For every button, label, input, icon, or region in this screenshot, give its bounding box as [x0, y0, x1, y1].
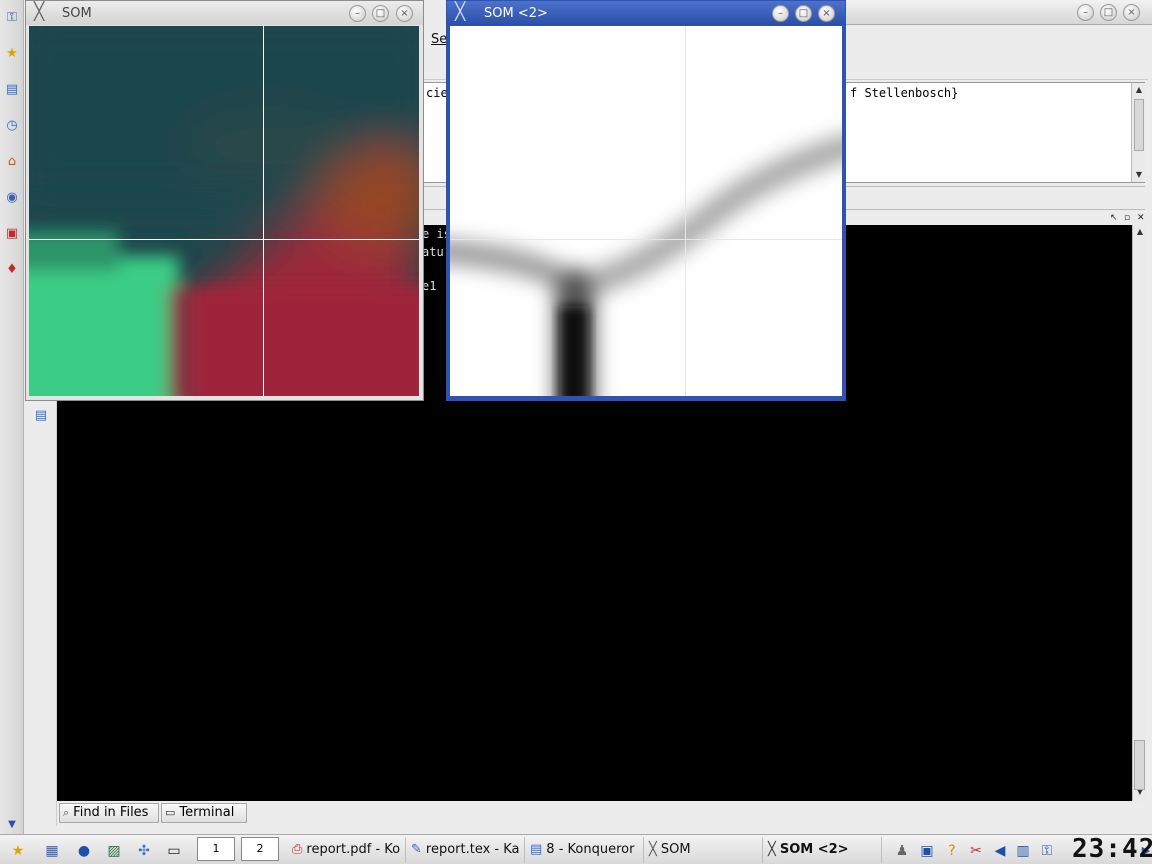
maximize-button[interactable]: □: [1100, 4, 1117, 21]
tray-display-icon[interactable]: ▣: [917, 841, 937, 861]
scroll-up-arrow-icon[interactable]: ▲: [1135, 227, 1145, 237]
tray-person-icon[interactable]: ♟: [892, 841, 912, 861]
dock-collapse-arrow-icon[interactable]: ▼: [4, 818, 20, 830]
clock[interactable]: 23:42: [1072, 834, 1152, 864]
som-window-2: ╳ SOM <2> – □ ×: [446, 0, 846, 401]
som-distance-map-canvas[interactable]: [450, 26, 842, 396]
tray-help-icon[interactable]: ?: [942, 841, 962, 861]
editor-icon: ✎: [411, 842, 422, 857]
som-color-map-canvas[interactable]: [29, 26, 419, 396]
x-icon: ╳: [649, 842, 657, 857]
som-window-1-titlebar[interactable]: ╳ SOM – □ ×: [26, 1, 423, 25]
background-window-titlebar: – □ ×: [845, 0, 1152, 25]
minimize-button[interactable]: –: [349, 5, 366, 22]
som-color-map: [29, 26, 419, 396]
editor-text-fragment-left: cie: [426, 86, 448, 100]
maximize-panel-icon[interactable]: ▫: [1124, 212, 1130, 224]
services-icon[interactable]: ♦: [3, 260, 21, 278]
tab-find-in-files[interactable]: ⌕ Find in Files: [59, 803, 159, 823]
desktop-number: 2: [256, 842, 264, 855]
desktop-pager-1[interactable]: 1: [197, 837, 235, 861]
editor-scroll-thumb[interactable]: [1134, 99, 1144, 151]
tool-view-tabs: ⌕ Find in Files ▭ Terminal: [57, 802, 1148, 824]
home-icon[interactable]: ⌂: [3, 152, 21, 170]
tray-volume-icon[interactable]: ◀: [990, 841, 1010, 861]
minimize-button[interactable]: –: [1077, 4, 1094, 21]
pdf-icon: ⎙: [292, 842, 303, 857]
tray-clipboard-icon[interactable]: ▥: [1013, 841, 1033, 861]
desktop-pager-2[interactable]: 2: [241, 837, 279, 861]
taskbar: ★ ▦ ● ▨ ✣ ▭ 1 2 ⎙ report.pdf - Ko ✎ repo…: [0, 834, 1152, 864]
network-globe-icon[interactable]: ◉: [3, 188, 21, 206]
window-title: SOM: [62, 6, 92, 21]
search-icon: ⌕: [63, 806, 70, 819]
x-icon: ╳: [34, 2, 45, 22]
scroll-up-arrow-icon[interactable]: ▲: [1134, 85, 1144, 95]
terminal-scrollbar[interactable]: ▲ ▼: [1132, 225, 1146, 801]
folder-icon[interactable]: ▤: [3, 80, 21, 98]
maximize-button[interactable]: □: [795, 5, 812, 22]
task-konqueror[interactable]: ▤ 8 - Konqueror: [526, 837, 644, 863]
media-folder-icon[interactable]: ▣: [3, 224, 21, 242]
browser-globe-icon[interactable]: ●: [74, 841, 94, 861]
tray-network-disconnected-icon[interactable]: ✂: [966, 841, 986, 861]
history-clock-icon[interactable]: ◷: [3, 116, 21, 134]
image-viewer-icon[interactable]: ▨: [104, 841, 124, 861]
som-distance-map: [450, 26, 842, 396]
task-report-tex[interactable]: ✎ report.tex - Ka: [407, 837, 525, 863]
kmenu-star-icon[interactable]: ★: [8, 841, 28, 861]
terminal-icon: ▭: [165, 806, 176, 819]
close-panel-icon[interactable]: ✕: [1137, 212, 1145, 224]
x-icon: ╳: [768, 842, 776, 857]
som-window-1: ╳ SOM – □ ×: [25, 0, 424, 401]
left-dock-panel: ⚿ ★ ▤ ◷ ⌂ ◉ ▣ ♦ ▼: [0, 0, 24, 834]
task-som[interactable]: ╳ SOM: [645, 837, 763, 863]
task-label: SOM: [660, 842, 691, 857]
minimize-button[interactable]: –: [772, 5, 789, 22]
scroll-down-arrow-icon[interactable]: ▼: [1134, 170, 1144, 180]
key-icon[interactable]: ⚿: [3, 8, 21, 26]
task-label: 8 - Konqueror: [546, 842, 635, 857]
terminal-scroll-thumb[interactable]: [1134, 740, 1145, 790]
task-label: report.pdf - Ko: [306, 842, 401, 857]
desktop-number: 1: [212, 842, 220, 855]
show-desktop-icon[interactable]: ▦: [42, 841, 62, 861]
task-label: SOM <2>: [779, 842, 849, 857]
task-label: report.tex - Ka: [425, 842, 520, 857]
close-button[interactable]: ×: [1123, 4, 1140, 21]
task-som-2[interactable]: ╳ SOM <2>: [764, 837, 882, 863]
panel-controls: ↖ ▫ ✕: [1110, 212, 1150, 224]
bookmark-star-icon[interactable]: ★: [3, 44, 21, 62]
editor-scrollbar[interactable]: ▲ ▼: [1131, 83, 1145, 182]
undock-icon[interactable]: ↖: [1110, 212, 1118, 224]
terminal-text-fragment: atu: [422, 245, 444, 259]
tab-label: Find in Files: [73, 805, 149, 820]
file-browser-icon[interactable]: ▤: [32, 408, 50, 424]
folder-icon: ▤: [530, 842, 543, 857]
maximize-button[interactable]: □: [372, 5, 389, 22]
close-button[interactable]: ×: [818, 5, 835, 22]
x-icon: ╳: [455, 2, 466, 22]
network-icon[interactable]: ✣: [134, 841, 154, 861]
som-window-2-titlebar[interactable]: ╳ SOM <2> – □ ×: [447, 1, 845, 25]
sidebar-strip: ▤: [24, 400, 57, 826]
konsole-icon[interactable]: ▭: [164, 841, 184, 861]
editor-text-fragment-right: f Stellenbosch}: [850, 86, 959, 100]
tray-klipper-icon[interactable]: ⚿: [1037, 841, 1057, 861]
tab-terminal[interactable]: ▭ Terminal: [161, 803, 247, 823]
terminal-text-fragment: e1: [422, 279, 437, 293]
close-button[interactable]: ×: [396, 5, 413, 22]
tab-label: Terminal: [179, 805, 235, 820]
window-title: SOM <2>: [484, 6, 548, 21]
task-report-pdf[interactable]: ⎙ report.pdf - Ko: [288, 837, 406, 863]
menu-item-settings[interactable]: Se: [431, 32, 447, 47]
